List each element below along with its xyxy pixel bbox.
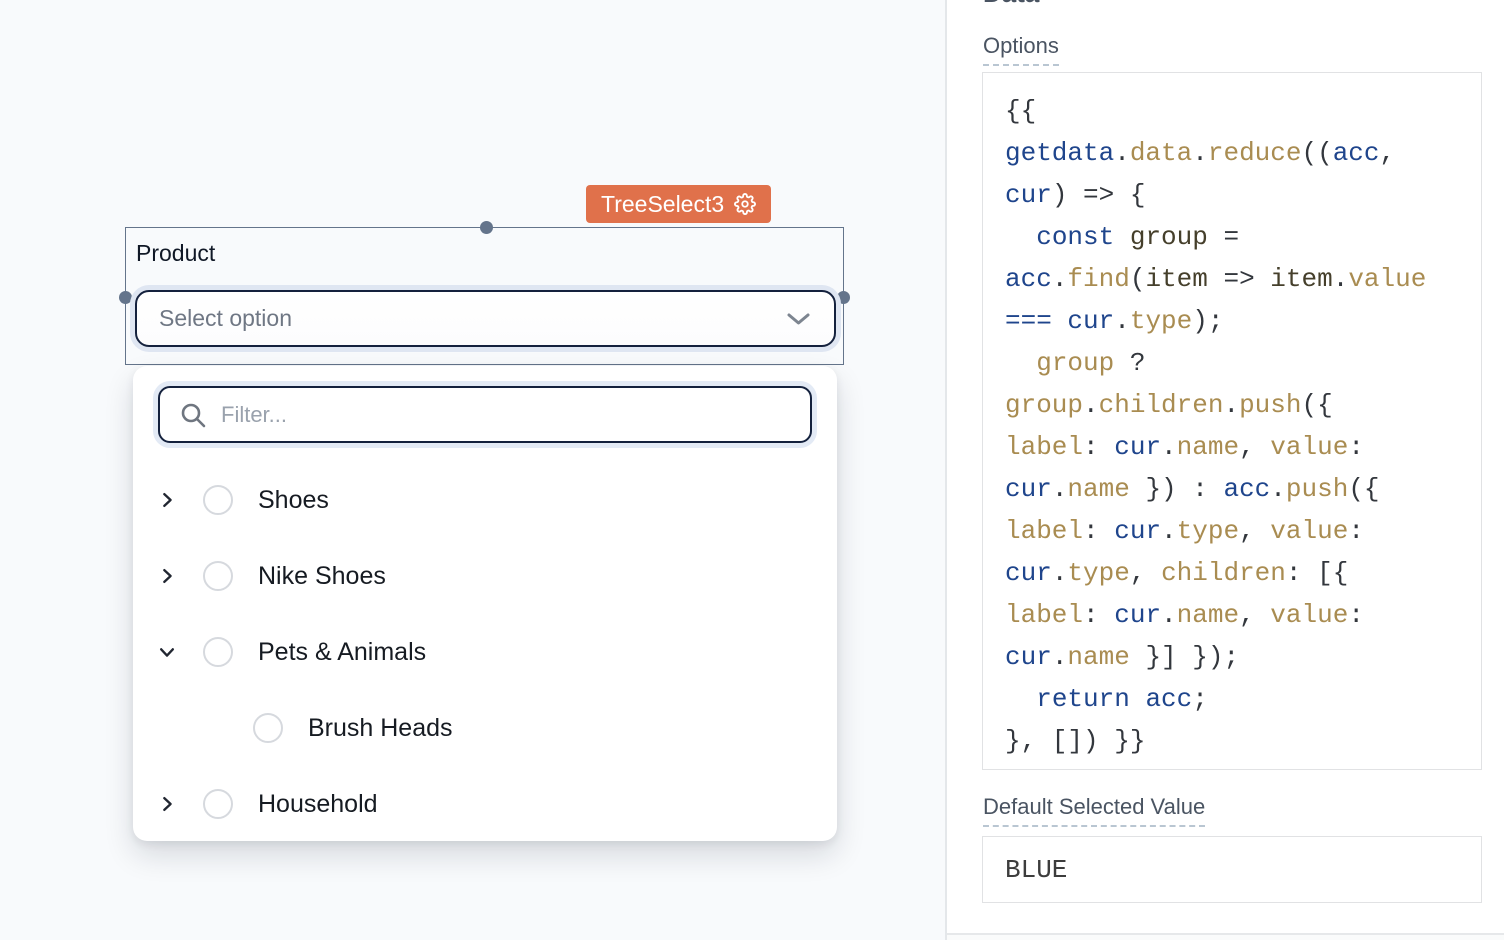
code-line: cur) => { — [1005, 174, 1481, 216]
chevron-right-icon[interactable] — [157, 794, 177, 814]
tree-option-row[interactable]: Shoes — [133, 462, 837, 538]
treeselect-dropdown: Filter... Shoes Nike Shoes Pets & Animals B… — [133, 366, 837, 841]
filter-placeholder: Filter... — [221, 402, 287, 428]
tree-option-radio[interactable] — [203, 637, 233, 667]
resize-handle-right[interactable] — [837, 291, 850, 304]
code-line: acc.find(item => item.value — [1005, 258, 1481, 300]
tree-option-label: Brush Heads — [308, 714, 453, 743]
code-line: return acc; — [1005, 678, 1481, 720]
code-line: group.children.push({ — [1005, 384, 1481, 426]
chevron-right-icon[interactable] — [157, 566, 177, 586]
code-line: group ? — [1005, 342, 1481, 384]
tree-option-list: Shoes Nike Shoes Pets & Animals Brush Heads… — [133, 462, 837, 842]
widget-name-label: TreeSelect3 — [601, 191, 724, 218]
resize-handle-top[interactable] — [480, 221, 493, 234]
tree-option-row[interactable]: Household — [133, 766, 837, 842]
data-section-title: Data — [983, 0, 1039, 8]
search-icon — [179, 401, 207, 429]
filter-input[interactable]: Filter... — [158, 386, 812, 443]
treeselect-widget-label: Product — [136, 240, 215, 267]
code-line: const group = — [1005, 216, 1481, 258]
tree-option-row[interactable]: Brush Heads — [133, 690, 837, 766]
tree-option-row[interactable]: Pets & Animals — [133, 614, 837, 690]
default-selected-value-text: BLUE — [1005, 855, 1067, 885]
property-pane: Data Options {{getdata.data.reduce((acc,… — [945, 0, 1504, 940]
app-canvas[interactable]: TreeSelect3 Product Select option — [0, 0, 945, 940]
code-line: === cur.type); — [1005, 300, 1481, 342]
tree-option-label: Nike Shoes — [258, 562, 386, 591]
tree-option-row[interactable]: Nike Shoes — [133, 538, 837, 614]
chevron-down-icon[interactable] — [157, 642, 177, 662]
treeselect-placeholder: Select option — [159, 305, 785, 332]
code-line: cur.name }] }); — [1005, 636, 1481, 678]
chevron-right-icon[interactable] — [157, 490, 177, 510]
chevron-down-icon — [785, 310, 812, 328]
next-section-edge — [947, 935, 1504, 940]
tree-option-label: Shoes — [258, 486, 329, 515]
code-line: }, []) }} — [1005, 720, 1481, 762]
default-selected-value-label[interactable]: Default Selected Value — [983, 794, 1205, 827]
code-line: label: cur.name, value: — [1005, 594, 1481, 636]
code-line: cur.name }) : acc.push({ — [1005, 468, 1481, 510]
treeselect-trigger[interactable]: Select option — [135, 290, 836, 347]
default-selected-value-input[interactable]: BLUE — [982, 836, 1482, 903]
widget-settings-gear-icon[interactable] — [734, 193, 756, 215]
resize-handle-left[interactable] — [119, 291, 132, 304]
options-property-label[interactable]: Options — [983, 33, 1059, 66]
tree-option-radio[interactable] — [203, 561, 233, 591]
code-line: label: cur.name, value: — [1005, 426, 1481, 468]
code-line: {{ — [1005, 90, 1481, 132]
code-line: label: cur.type, value: — [1005, 510, 1481, 552]
tree-option-radio[interactable] — [253, 713, 283, 743]
tree-option-radio[interactable] — [203, 789, 233, 819]
code-line: getdata.data.reduce((acc, — [1005, 132, 1481, 174]
options-code-editor[interactable]: {{getdata.data.reduce((acc,cur) => { con… — [982, 72, 1482, 770]
widget-name-badge[interactable]: TreeSelect3 — [586, 185, 771, 223]
tree-option-label: Pets & Animals — [258, 638, 426, 667]
code-line: cur.type, children: [{ — [1005, 552, 1481, 594]
tree-option-label: Household — [258, 790, 378, 819]
tree-option-radio[interactable] — [203, 485, 233, 515]
